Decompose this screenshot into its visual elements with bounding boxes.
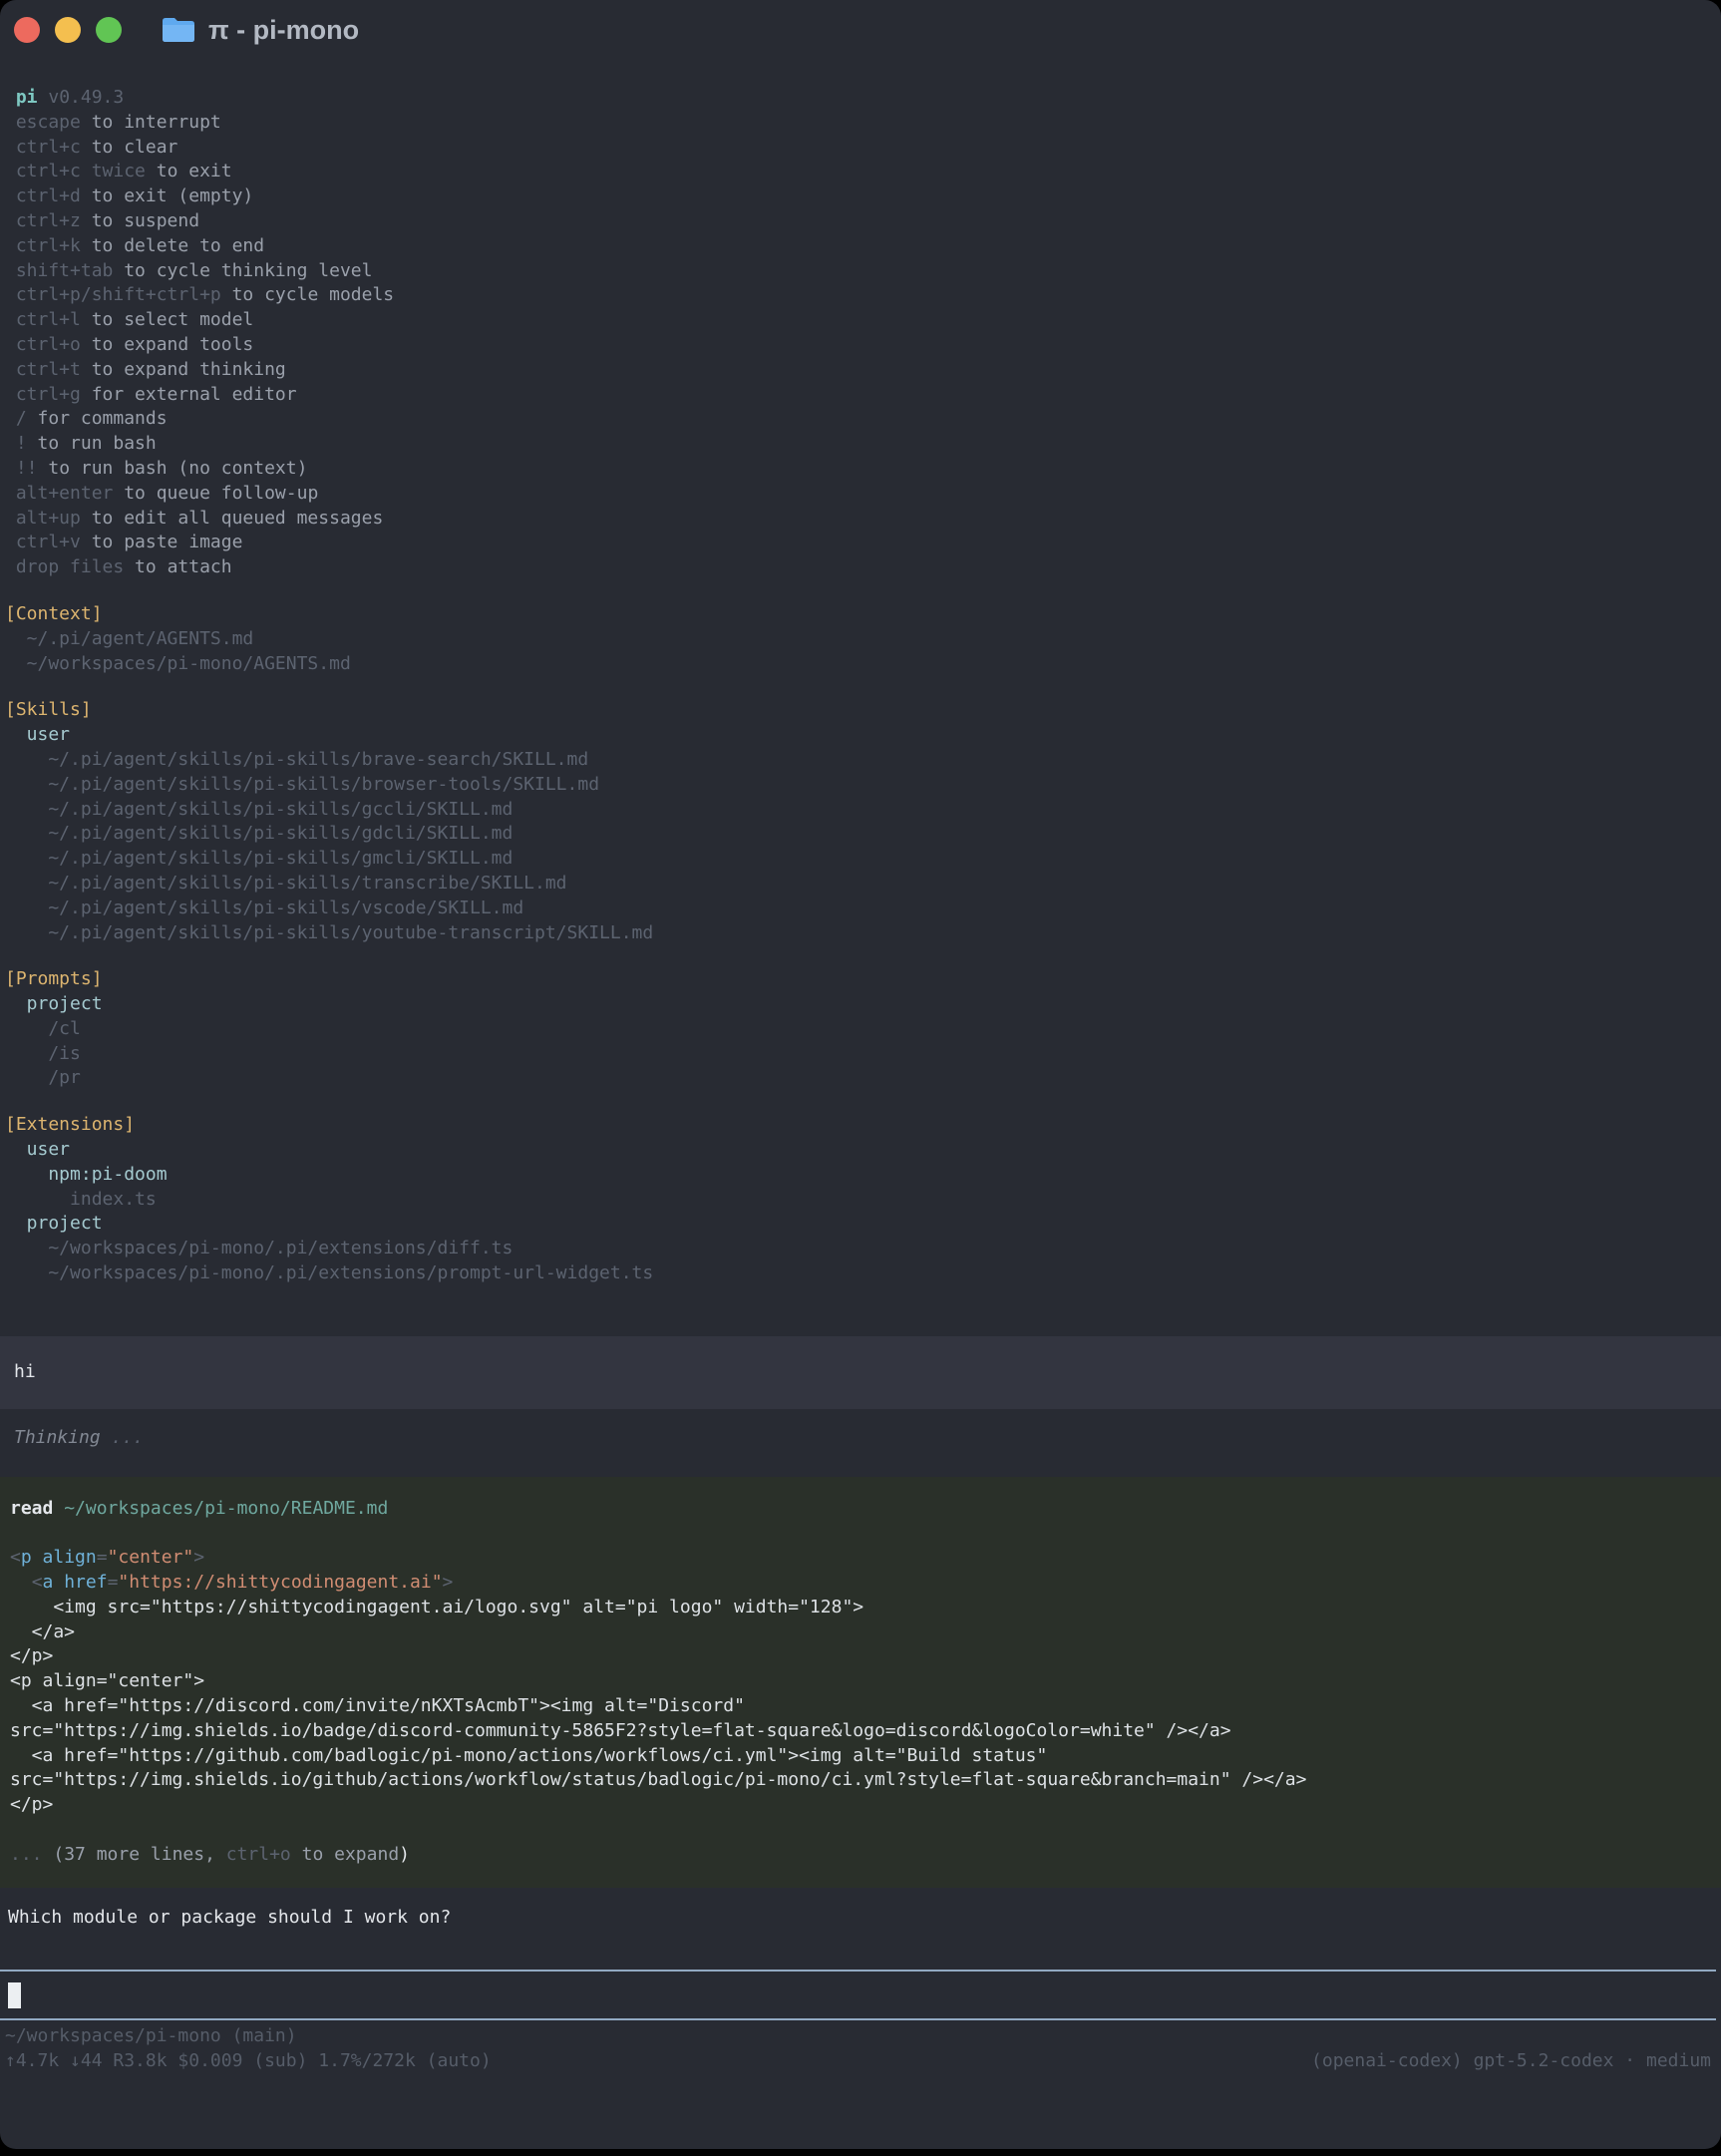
- shortcut-line: / for commands: [5, 407, 1721, 432]
- section-row: ~/workspaces/pi-mono/.pi/extensions/prom…: [5, 1261, 1721, 1286]
- tool-output-line: <img src="https://shittycodingagent.ai/l…: [10, 1596, 1711, 1620]
- section-row: ~/.pi/agent/AGENTS.md: [5, 627, 1721, 652]
- shortcut-line: ctrl+z to suspend: [5, 209, 1721, 234]
- shortcut-line: ctrl+o to expand tools: [5, 333, 1721, 358]
- section-header: [Skills]: [5, 698, 1721, 723]
- tool-output-line: <a href="https://shittycodingagent.ai">: [10, 1571, 1711, 1596]
- tool-output-line: <a href="https://discord.com/invite/nKXT…: [10, 1694, 1711, 1719]
- shortcut-line: shift+tab to cycle thinking level: [5, 259, 1721, 284]
- section-row: ~/.pi/agent/skills/pi-skills/vscode/SKIL…: [5, 897, 1721, 921]
- section-prompts: [Prompts] project /cl /is /pr: [0, 967, 1721, 1091]
- section-context: [Context] ~/.pi/agent/AGENTS.md ~/worksp…: [0, 602, 1721, 676]
- shortcut-line: alt+enter to queue follow-up: [5, 482, 1721, 507]
- shortcut-line: alt+up to edit all queued messages: [5, 507, 1721, 532]
- shortcut-line: ! to run bash: [5, 432, 1721, 457]
- section-row: project: [5, 992, 1721, 1017]
- window-title: π - pi-mono: [208, 15, 359, 46]
- tool-output-line: </a>: [10, 1620, 1711, 1645]
- section-row: ~/.pi/agent/skills/pi-skills/gmcli/SKILL…: [5, 847, 1721, 872]
- shortcut-line: ctrl+c twice to exit: [5, 160, 1721, 184]
- title-bar: π - pi-mono: [0, 0, 1721, 60]
- section-row: npm:pi-doom: [5, 1163, 1721, 1188]
- shortcut-line: !! to run bash (no context): [5, 457, 1721, 482]
- section-header: [Context]: [5, 602, 1721, 627]
- section-row: ~/.pi/agent/skills/pi-skills/gdcli/SKILL…: [5, 822, 1721, 847]
- section-header: [Prompts]: [5, 967, 1721, 992]
- shortcut-line: ctrl+v to paste image: [5, 531, 1721, 555]
- tool-output-panel: read ~/workspaces/pi-mono/README.md <p a…: [0, 1477, 1721, 1888]
- section-row: /pr: [5, 1066, 1721, 1091]
- app-version-line: pi v0.49.3: [5, 86, 1721, 111]
- truncation-line: ... (37 more lines, ctrl+o to expand): [10, 1843, 1711, 1868]
- user-message-text: hi: [14, 1360, 36, 1385]
- shortcut-line: ctrl+p/shift+ctrl+p to cycle models: [5, 283, 1721, 308]
- status-token-stats: ↑4.7k ↓44 R3.8k $0.009 (sub) 1.7%/272k (…: [5, 2049, 492, 2074]
- shortcut-line: ctrl+g for external editor: [5, 383, 1721, 408]
- section-row: /is: [5, 1042, 1721, 1067]
- shortcut-line: drop files to attach: [5, 555, 1721, 580]
- section-extensions: [Extensions] user npm:pi-doom index.ts p…: [0, 1113, 1721, 1286]
- tool-output-line: src="https://img.shields.io/badge/discor…: [10, 1719, 1711, 1744]
- shortcut-line: ctrl+l to select model: [5, 308, 1721, 333]
- terminal-window: π - pi-mono pi v0.49.3 escape to interru…: [0, 0, 1721, 2149]
- shortcut-line: ctrl+c to clear: [5, 136, 1721, 161]
- section-row: /cl: [5, 1017, 1721, 1042]
- shortcut-line: ctrl+d to exit (empty): [5, 184, 1721, 209]
- blank-line: [10, 1521, 1711, 1546]
- section-row: ~/.pi/agent/skills/pi-skills/youtube-tra…: [5, 921, 1721, 946]
- section-row: project: [5, 1212, 1721, 1237]
- tool-command-line: read ~/workspaces/pi-mono/README.md: [10, 1497, 1711, 1522]
- thinking-indicator: Thinking ...: [0, 1426, 1721, 1451]
- section-row: ~/.pi/agent/skills/pi-skills/browser-too…: [5, 773, 1721, 798]
- status-bar: ~/workspaces/pi-mono (main) ↑4.7k ↓44 R3…: [0, 2020, 1721, 2074]
- assistant-message-text: Which module or package should I work on…: [8, 1906, 1721, 1931]
- text-cursor: [8, 1982, 21, 2008]
- assistant-message: Which module or package should I work on…: [0, 1906, 1721, 1931]
- blank-line: [10, 1818, 1711, 1843]
- status-cwd: ~/workspaces/pi-mono (main): [5, 2024, 1711, 2049]
- user-message-panel: hi: [0, 1336, 1721, 1409]
- section-row: ~/workspaces/pi-mono/.pi/extensions/diff…: [5, 1237, 1721, 1261]
- folder-icon: [161, 16, 196, 44]
- close-window-button[interactable]: [14, 17, 40, 43]
- startup-help-block: pi v0.49.3 escape to interrupt ctrl+c to…: [0, 86, 1721, 580]
- minimize-window-button[interactable]: [55, 17, 81, 43]
- section-row: ~/.pi/agent/skills/pi-skills/transcribe/…: [5, 872, 1721, 897]
- section-row: user: [5, 1138, 1721, 1163]
- sections-block: [Context] ~/.pi/agent/AGENTS.md ~/worksp…: [0, 602, 1721, 1286]
- shortcut-line: ctrl+k to delete to end: [5, 234, 1721, 259]
- tool-output-line: </p>: [10, 1644, 1711, 1669]
- section-row: index.ts: [5, 1188, 1721, 1213]
- section-row: user: [5, 723, 1721, 748]
- shortcut-line: escape to interrupt: [5, 111, 1721, 136]
- section-header: [Extensions]: [5, 1113, 1721, 1138]
- status-model: (openai-codex) gpt-5.2-codex · medium: [1311, 2049, 1711, 2074]
- section-row: ~/.pi/agent/skills/pi-skills/brave-searc…: [5, 748, 1721, 773]
- zoom-window-button[interactable]: [96, 17, 122, 43]
- section-row: ~/.pi/agent/skills/pi-skills/gccli/SKILL…: [5, 798, 1721, 823]
- section-row: ~/workspaces/pi-mono/AGENTS.md: [5, 652, 1721, 677]
- status-line: ↑4.7k ↓44 R3.8k $0.009 (sub) 1.7%/272k (…: [5, 2049, 1711, 2074]
- section-skills: [Skills] user ~/.pi/agent/skills/pi-skil…: [0, 698, 1721, 945]
- tool-output-line: <a href="https://github.com/badlogic/pi-…: [10, 1744, 1711, 1769]
- tool-output-line: </p>: [10, 1793, 1711, 1818]
- tool-output-line: <p align="center">: [10, 1669, 1711, 1694]
- prompt-input[interactable]: [0, 1970, 1716, 2020]
- tool-output-line: src="https://img.shields.io/github/actio…: [10, 1768, 1711, 1793]
- tool-output-line: <p align="center">: [10, 1546, 1711, 1571]
- thinking-label: Thinking: [14, 1427, 101, 1448]
- shortcut-line: ctrl+t to expand thinking: [5, 358, 1721, 383]
- thinking-dots: ...: [101, 1427, 144, 1448]
